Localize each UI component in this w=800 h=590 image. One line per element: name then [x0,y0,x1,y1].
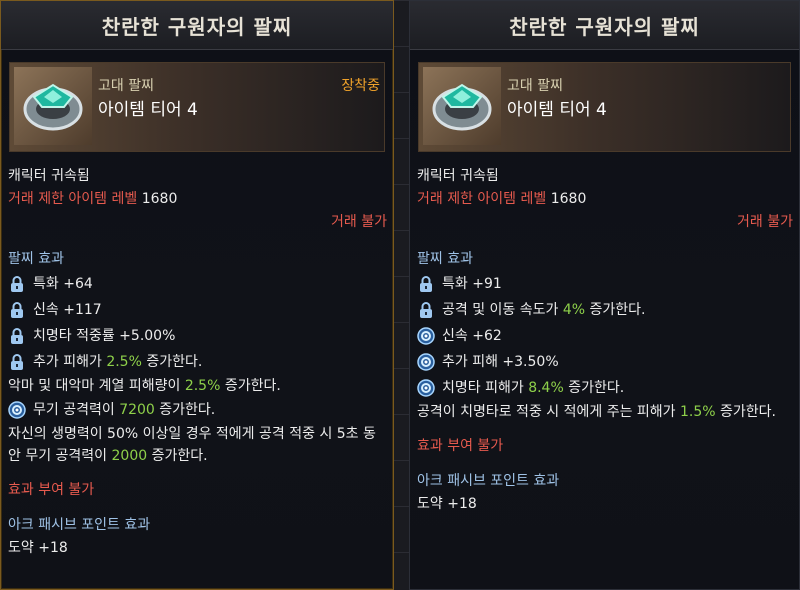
effect-header: 팔찌 효과 [8,251,64,267]
effect-text: 공격이 치명타로 적중 시 적에게 주는 피해가 1.5% 증가한다. [417,404,776,420]
effect-line: 악마 및 대악마 계열 피해량이 2.5% 증가한다. [8,375,387,397]
orb-icon [417,379,435,397]
item-tooltip-compare: 찬란한 구원자의 팔찌 고대 팔찌 아이템 티어 4 캐릭터 귀속됨 거래 제한… [409,0,800,590]
effect-list: 특화 +91 공격 및 이동 속도가 4% 증가한다. 신속 +62 추가 피해 +3… [417,271,793,423]
trade-level-line: 거래 제한 아이템 레벨 1680 [8,188,387,211]
effect-line: 공격이 치명타로 적중 시 적에게 주는 피해가 1.5% 증가한다. [417,401,793,423]
item-title: 찬란한 구원자의 팔찌 [410,1,799,50]
effect-text: 치명타 피해가 8.4% 증가한다. [442,377,624,400]
effect-line: 자신의 생명력이 50% 이상일 경우 적에게 공격 적중 시 5초 동안 무기… [8,423,387,467]
item-summary: 고대 팔찌 아이템 티어 4 [418,62,791,152]
effect-line: 추가 피해 +3.50% [417,349,793,375]
ark-passive-value: 도약 +18 [8,540,68,556]
equipped-status: 장착중 [341,78,380,94]
ark-passive-header: 아크 패시브 포인트 효과 [417,473,560,489]
orb-icon [417,353,435,371]
effect-line: 공격 및 이동 속도가 4% 증가한다. [417,297,793,323]
item-tier: 아이템 티어 4 [507,100,607,120]
trade-level-label: 거래 제한 아이템 레벨 [417,191,547,207]
ark-passive-value: 도약 +18 [417,496,477,512]
effect-value: 1.5% [680,404,716,420]
effect-value: 2.5% [184,378,221,394]
effect-text: 추가 피해 +3.50% [442,353,559,370]
effect-line: 무기 공격력이 7200 증가한다. [8,397,387,423]
item-grade: 고대 팔찌 [98,78,154,94]
trade-level-value: 1680 [550,191,587,207]
effect-text-post: 증가한다. [715,404,776,420]
lock-icon [8,301,26,319]
lock-icon [8,327,26,345]
trade-status: 거래 불가 [331,214,387,230]
item-tier: 아이템 티어 4 [98,100,198,120]
effect-text-post: 증가한다. [141,353,203,370]
effect-value: 4% [562,301,586,318]
effect-text-pre: 공격 및 이동 속도가 [442,301,563,318]
effect-value: 7200 [119,401,155,418]
effect-line: 특화 +91 [417,271,793,297]
bracelet-icon [423,67,501,145]
effect-text-pre: 치명타 피해가 [442,379,529,396]
effect-text: 자신의 생명력이 50% 이상일 경우 적에게 공격 적중 시 5초 동안 무기… [8,426,376,464]
lock-icon [417,301,435,319]
item-title: 찬란한 구원자의 팔찌 [1,1,393,50]
effect-value: 8.4% [528,379,564,396]
effect-header: 팔찌 효과 [417,251,473,267]
effect-line: 신속 +117 [8,297,387,323]
trade-level-value: 1680 [141,191,178,207]
effect-text-pre: 추가 피해가 [33,353,107,370]
effect-text-post: 증가한다. [563,379,625,396]
effect-line: 치명타 적중률 +5.00% [8,323,387,349]
effect-value: 2000 [111,448,148,464]
tooltip-body: 캐릭터 귀속됨 거래 제한 아이템 레벨 1680 거래 불가 팔찌 효과 특화… [417,165,793,516]
item-tooltip-equipped: 찬란한 구원자의 팔찌 고대 팔찌 아이템 티어 4 장착중 캐릭터 귀속됨 거… [0,0,394,590]
effect-value: 2.5% [106,353,142,370]
no-effect-grant: 효과 부여 불가 [8,482,95,498]
effect-text: 추가 피해가 2.5% 증가한다. [33,351,202,374]
tooltip-body: 캐릭터 귀속됨 거래 제한 아이템 레벨 1680 거래 불가 팔찌 효과 특화… [8,165,387,560]
effect-text: 무기 공격력이 7200 증가한다. [33,399,215,422]
effect-text-pre: 공격이 치명타로 적중 시 적에게 주는 피해가 [417,404,680,420]
effect-line: 추가 피해가 2.5% 증가한다. [8,349,387,375]
effect-text: 악마 및 대악마 계열 피해량이 2.5% 증가한다. [8,378,281,394]
effect-line: 신속 +62 [417,323,793,349]
effect-line: 특화 +64 [8,271,387,297]
lock-icon [8,353,26,371]
trade-level-label: 거래 제한 아이템 레벨 [8,191,138,207]
ark-passive-header: 아크 패시브 포인트 효과 [8,517,151,533]
effect-text: 신속 +117 [33,301,102,318]
lock-icon [8,275,26,293]
effect-text: 치명타 적중률 +5.00% [33,327,176,344]
trade-status: 거래 불가 [737,214,793,230]
bound-status: 캐릭터 귀속됨 [8,168,90,184]
trade-level-line: 거래 제한 아이템 레벨 1680 [417,188,793,211]
effect-text-post: 증가한다. [220,378,281,394]
effect-text: 특화 +64 [33,275,93,292]
effect-text-post: 증가한다. [147,448,208,464]
lock-icon [417,275,435,293]
effect-text-pre: 무기 공격력이 [33,401,120,418]
effect-list: 특화 +64 신속 +117 치명타 적중률 +5.00% 추가 피해가 2.5% 증… [8,271,387,467]
effect-text: 특화 +91 [442,275,502,292]
item-summary: 고대 팔찌 아이템 티어 4 장착중 [9,62,385,152]
no-effect-grant: 효과 부여 불가 [417,438,504,454]
orb-icon [417,327,435,345]
item-grade: 고대 팔찌 [507,78,563,94]
bracelet-icon [14,67,92,145]
effect-text-post: 증가한다. [154,401,216,418]
orb-icon [8,401,26,419]
bound-status: 캐릭터 귀속됨 [417,168,499,184]
effect-text-post: 증가한다. [585,301,646,318]
effect-text: 공격 및 이동 속도가 4% 증가한다. [442,299,645,322]
effect-text-pre: 악마 및 대악마 계열 피해량이 [8,378,185,394]
effect-line: 치명타 피해가 8.4% 증가한다. [417,375,793,401]
effect-text: 신속 +62 [442,327,502,344]
